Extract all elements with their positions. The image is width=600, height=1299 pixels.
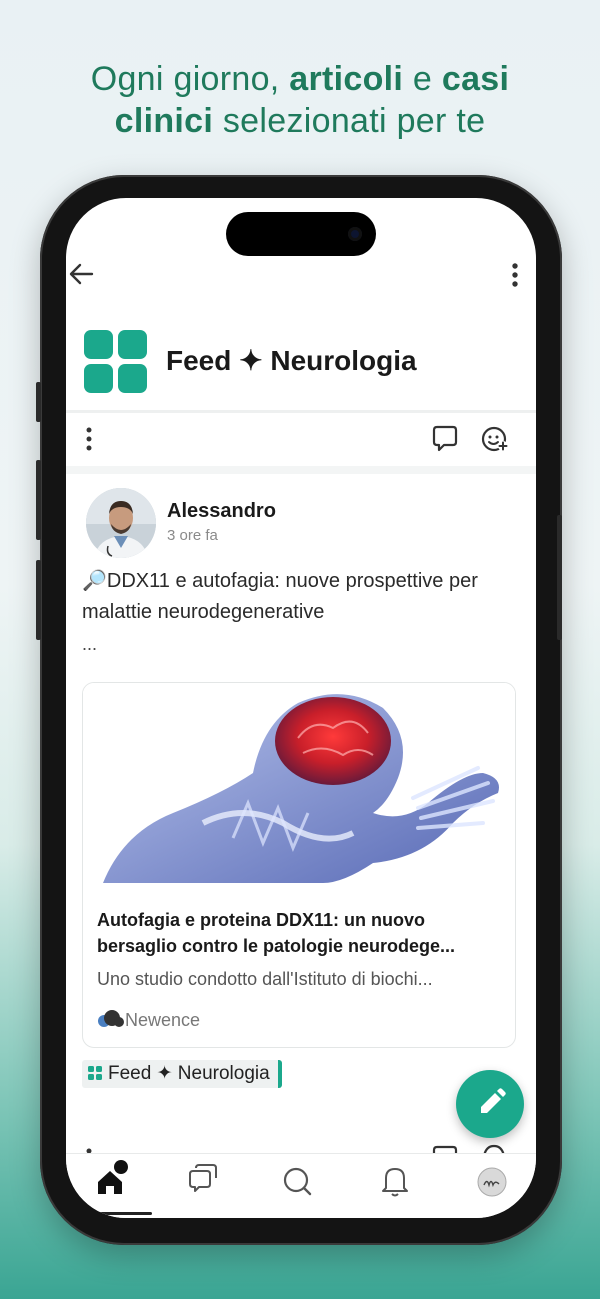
article-source: Newence (95, 1009, 200, 1031)
bottom-navigation (66, 1153, 536, 1218)
post-ellipsis[interactable]: ... (82, 634, 97, 655)
nav-notifications[interactable] (366, 1154, 426, 1212)
notification-dot (114, 1160, 128, 1174)
arrow-left-icon[interactable] (66, 258, 98, 290)
separator (66, 466, 536, 474)
feed-title: Feed ✦ Neurologia (166, 345, 417, 376)
phone-button (36, 382, 41, 422)
kebab-icon[interactable] (510, 262, 520, 288)
post-timestamp: 3 ore fa (167, 527, 218, 544)
cloud-icon (98, 1010, 124, 1027)
nav-home[interactable] (90, 1154, 150, 1212)
article-title[interactable]: Autofagia e proteina DDX11: un nuovo ber… (97, 907, 507, 959)
profile-icon (477, 1167, 507, 1197)
compose-button[interactable] (456, 1070, 524, 1138)
phone-button (557, 515, 562, 640)
bell-icon (382, 1168, 408, 1197)
feed-logo-icon (84, 330, 148, 394)
active-tab-indicator (88, 1212, 152, 1215)
top-bar (66, 258, 536, 294)
dynamic-island (226, 212, 376, 256)
comment-icon[interactable] (430, 424, 460, 454)
feed-action-bar (66, 416, 536, 464)
pencil-icon (481, 1088, 506, 1113)
article-card[interactable]: Autofagia e proteina DDX11: un nuovo ber… (82, 682, 516, 1048)
post-text: 🔎DDX11 e autofagia: nuove prospettive pe… (82, 570, 478, 623)
divider (66, 410, 536, 413)
post-author[interactable]: Alessandro (167, 500, 276, 523)
promo-headline: Ogni giorno, articoli e casi clinici sel… (90, 60, 510, 140)
article-image (83, 683, 515, 883)
feed-header: Feed ✦ Neurologia (66, 308, 536, 413)
search-icon (283, 1167, 312, 1196)
article-description: Uno studio condotto dall'Istituto di bio… (97, 969, 433, 989)
chat-icon (189, 1164, 217, 1192)
nav-profile[interactable] (462, 1154, 522, 1212)
nav-search[interactable] (270, 1154, 330, 1212)
emoji-add-icon[interactable] (480, 424, 510, 454)
avatar[interactable] (86, 488, 156, 558)
source-name: Newence (125, 1010, 201, 1030)
nav-chat[interactable] (180, 1154, 240, 1212)
feed-tag-label: Feed ✦ Neurologia (108, 1063, 270, 1084)
app-screen: Feed ✦ Neurologia Alessandro 3 ore fa 🔎D… (66, 198, 536, 1218)
phone-button (36, 460, 41, 540)
phone-button (36, 560, 41, 640)
feed-logo-icon (88, 1066, 102, 1080)
feed-tag[interactable]: Feed ✦ Neurologia (82, 1060, 282, 1088)
kebab-icon[interactable] (84, 426, 94, 452)
